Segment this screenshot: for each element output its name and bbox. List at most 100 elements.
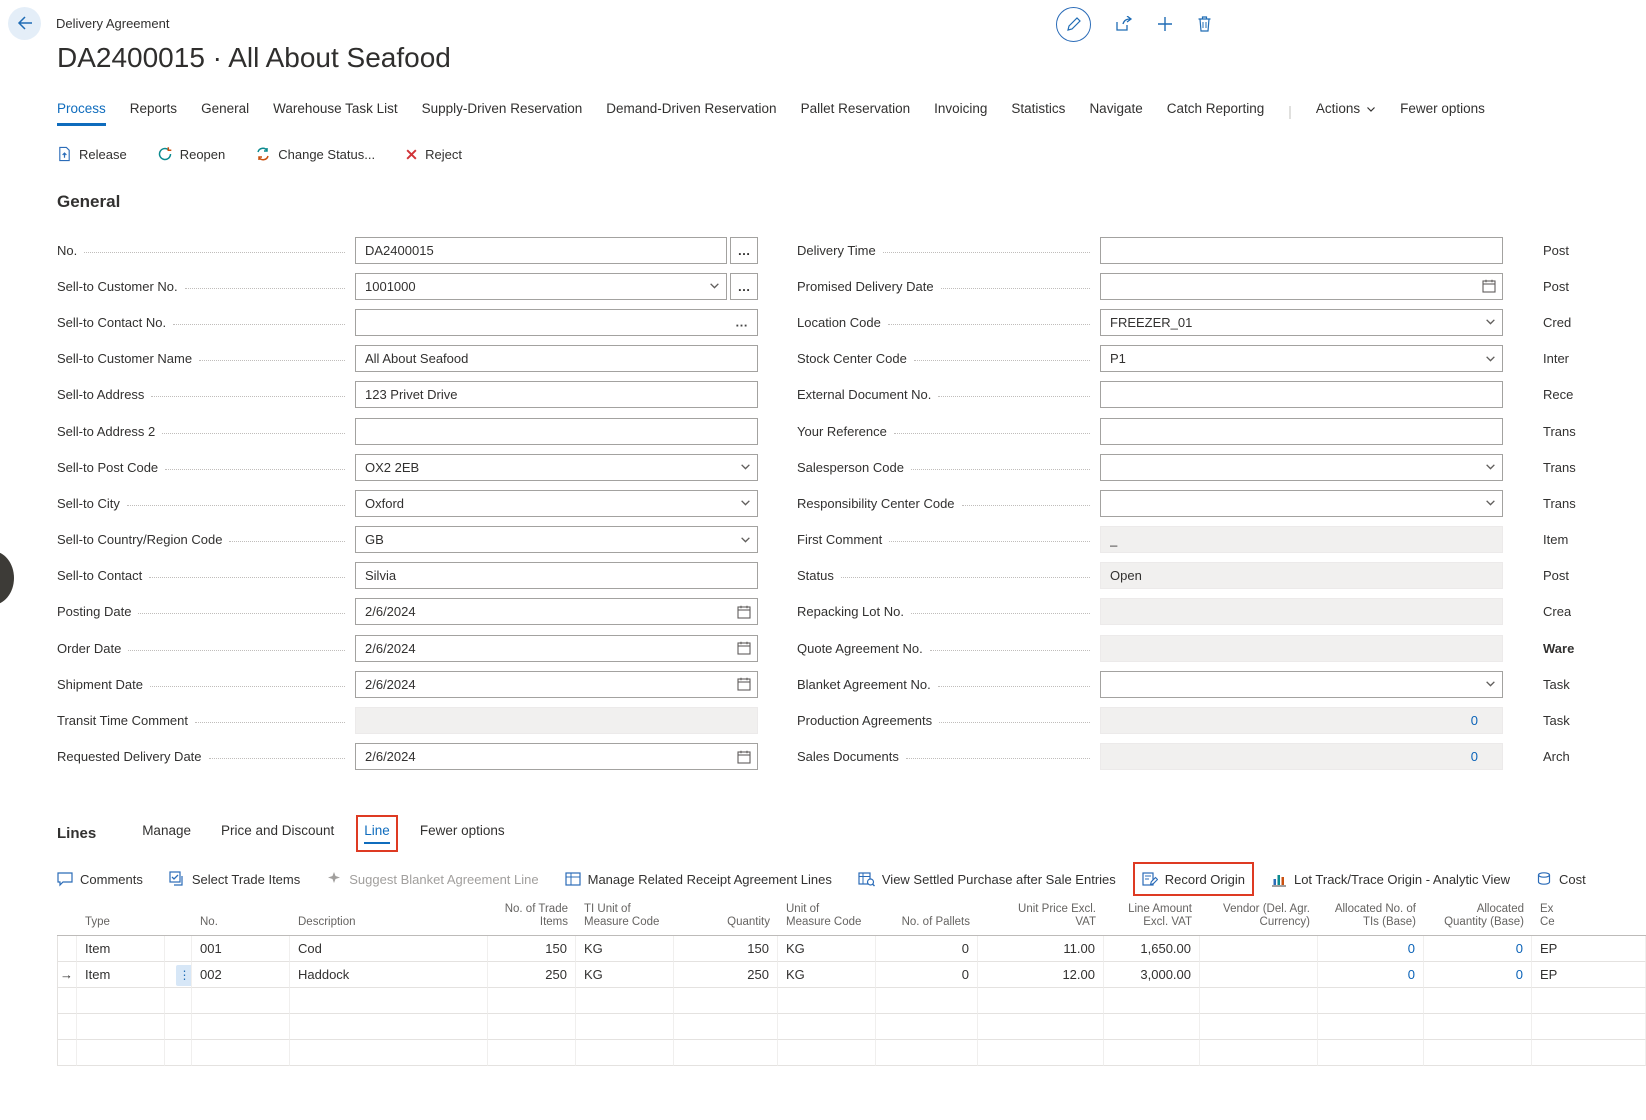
actions-menu[interactable]: Actions	[1316, 101, 1376, 126]
field-salesperson-code[interactable]	[1100, 454, 1503, 481]
tab-pallet-reservation[interactable]: Pallet Reservation	[801, 101, 911, 126]
tab-catch-reporting[interactable]: Catch Reporting	[1167, 101, 1265, 126]
cell-vendor[interactable]	[1200, 936, 1318, 962]
cell-line_amount[interactable]: 1,650.00	[1104, 936, 1200, 962]
cell-description[interactable]: Cod	[290, 936, 488, 962]
tab-supply-driven-reservation[interactable]: Supply-Driven Reservation	[422, 101, 583, 126]
calendar-icon[interactable]	[737, 641, 751, 655]
field-posting-date[interactable]: 2/6/2024	[355, 598, 758, 625]
lines-tab-manage[interactable]: Manage	[142, 823, 191, 844]
delete-icon-button[interactable]	[1197, 16, 1212, 32]
column-header-line_amount[interactable]: Line Amount Excl. VAT	[1104, 899, 1200, 935]
cell-clipped[interactable]: EP	[1532, 936, 1646, 962]
field-location-code[interactable]: FREEZER_01	[1100, 309, 1503, 336]
column-header-vendor[interactable]: Vendor (Del. Agr. Currency)	[1200, 899, 1318, 935]
cell-no[interactable]: 002	[192, 962, 290, 988]
cell-unit_price[interactable]: 11.00	[978, 936, 1104, 962]
row-menu-icon[interactable]: ⋮	[176, 965, 192, 986]
field-your-reference[interactable]	[1100, 418, 1503, 445]
cell-pallets[interactable]: 0	[876, 962, 978, 988]
process-action-change-status[interactable]: Change Status...	[255, 146, 375, 162]
field-sell-to-contact[interactable]: Silvia	[355, 562, 758, 589]
cell-line_amount[interactable]: 3,000.00	[1104, 962, 1200, 988]
cell-description[interactable]: Haddock	[290, 962, 488, 988]
lines-action-record-origin[interactable]: Record Origin	[1142, 871, 1245, 887]
column-header-type[interactable]: Type	[77, 899, 165, 935]
chevron-down-icon[interactable]	[1485, 353, 1496, 364]
field-sell-to-address[interactable]: 123 Privet Drive	[355, 381, 758, 408]
column-header-quantity[interactable]: Quantity	[674, 899, 778, 935]
tab-reports[interactable]: Reports	[130, 101, 177, 126]
assist-ellipsis-icon[interactable]: …	[735, 316, 748, 329]
tab-general[interactable]: General	[201, 101, 249, 126]
field-stock-center-code[interactable]: P1	[1100, 345, 1503, 372]
cell-no[interactable]: 001	[192, 936, 290, 962]
lines-tab-line[interactable]: Line	[364, 823, 390, 844]
cell-quantity[interactable]: 150	[674, 936, 778, 962]
field-sell-to-customer-no[interactable]: 1001000	[355, 273, 727, 300]
calendar-icon[interactable]	[737, 677, 751, 691]
field-promised-delivery-date[interactable]	[1100, 273, 1503, 300]
lines-action-select-trade-items[interactable]: Select Trade Items	[169, 871, 300, 887]
field-sell-to-contact-no[interactable]: …	[355, 309, 758, 336]
share-icon-button[interactable]	[1115, 16, 1133, 32]
lines-action-lot-track-trace-origin-analytic-view[interactable]: Lot Track/Trace Origin - Analytic View	[1271, 871, 1510, 887]
column-header-uom[interactable]: Unit of Measure Code	[778, 899, 876, 935]
cell-uom[interactable]: KG	[778, 936, 876, 962]
lines-action-manage-related-receipt-agreement-lines[interactable]: Manage Related Receipt Agreement Lines	[565, 871, 832, 887]
cell-quantity[interactable]: 250	[674, 962, 778, 988]
cell-alloc_qty[interactable]: 0	[1424, 936, 1532, 962]
field-sell-to-customer-name[interactable]: All About Seafood	[355, 345, 758, 372]
field-sell-to-post-code[interactable]: OX2 2EB	[355, 454, 758, 481]
field-shipment-date[interactable]: 2/6/2024	[355, 671, 758, 698]
tab-statistics[interactable]: Statistics	[1011, 101, 1065, 126]
column-header-alloc_tls[interactable]: Allocated No. of TIs (Base)	[1318, 899, 1424, 935]
cell-trade_items[interactable]: 250	[488, 962, 576, 988]
field-sell-to-address-2[interactable]	[355, 418, 758, 445]
assist-ellipsis-button[interactable]: …	[730, 273, 758, 300]
tab-demand-driven-reservation[interactable]: Demand-Driven Reservation	[606, 101, 776, 126]
chevron-down-icon[interactable]	[709, 281, 720, 292]
add-icon-button[interactable]	[1157, 16, 1173, 32]
lines-tab-fewer-options[interactable]: Fewer options	[420, 823, 505, 844]
cell-pallets[interactable]: 0	[876, 936, 978, 962]
column-header-no[interactable]: No.	[192, 899, 290, 935]
tab-invoicing[interactable]: Invoicing	[934, 101, 987, 126]
back-button[interactable]	[8, 7, 41, 40]
lines-action-cost[interactable]: Cost	[1536, 871, 1586, 887]
column-header-clipped[interactable]: Ex Ce	[1532, 899, 1646, 935]
lines-tab-price-and-discount[interactable]: Price and Discount	[221, 823, 334, 844]
cell-ti_uom[interactable]: KG	[576, 936, 674, 962]
field-sell-to-country-region-code[interactable]: GB	[355, 526, 758, 553]
lines-action-comments[interactable]: Comments	[57, 871, 143, 887]
column-header-description[interactable]: Description	[290, 899, 488, 935]
field-blanket-agreement-no[interactable]	[1100, 671, 1503, 698]
tab-process[interactable]: Process	[57, 101, 106, 126]
cell-alloc_tls[interactable]: 0	[1318, 936, 1424, 962]
side-pane-toggle[interactable]	[0, 551, 14, 605]
field-requested-delivery-date[interactable]: 2/6/2024	[355, 743, 758, 770]
chevron-down-icon[interactable]	[740, 498, 751, 509]
process-action-reopen[interactable]: Reopen	[157, 146, 226, 162]
field-no[interactable]: DA2400015	[355, 237, 727, 264]
chevron-down-icon[interactable]	[1485, 462, 1496, 473]
calendar-icon[interactable]	[737, 605, 751, 619]
chevron-down-icon[interactable]	[1485, 317, 1496, 328]
cell-clipped[interactable]: EP	[1532, 962, 1646, 988]
field-external-document-no[interactable]	[1100, 381, 1503, 408]
cell-trade_items[interactable]: 150	[488, 936, 576, 962]
cell-vendor[interactable]	[1200, 962, 1318, 988]
process-action-reject[interactable]: Reject	[405, 147, 462, 162]
chevron-down-icon[interactable]	[1485, 498, 1496, 509]
cell-type[interactable]: Item	[77, 936, 165, 962]
field-order-date[interactable]: 2/6/2024	[355, 635, 758, 662]
field-responsibility-center-code[interactable]	[1100, 490, 1503, 517]
tab-navigate[interactable]: Navigate	[1089, 101, 1142, 126]
fewer-options[interactable]: Fewer options	[1400, 101, 1485, 126]
chevron-down-icon[interactable]	[740, 534, 751, 545]
cell-alloc_qty[interactable]: 0	[1424, 962, 1532, 988]
calendar-icon[interactable]	[737, 750, 751, 764]
column-header-alloc_qty[interactable]: Allocated Quantity (Base)	[1424, 899, 1532, 935]
column-header-unit_price[interactable]: Unit Price Excl. VAT	[978, 899, 1104, 935]
process-action-release[interactable]: Release	[57, 146, 127, 162]
